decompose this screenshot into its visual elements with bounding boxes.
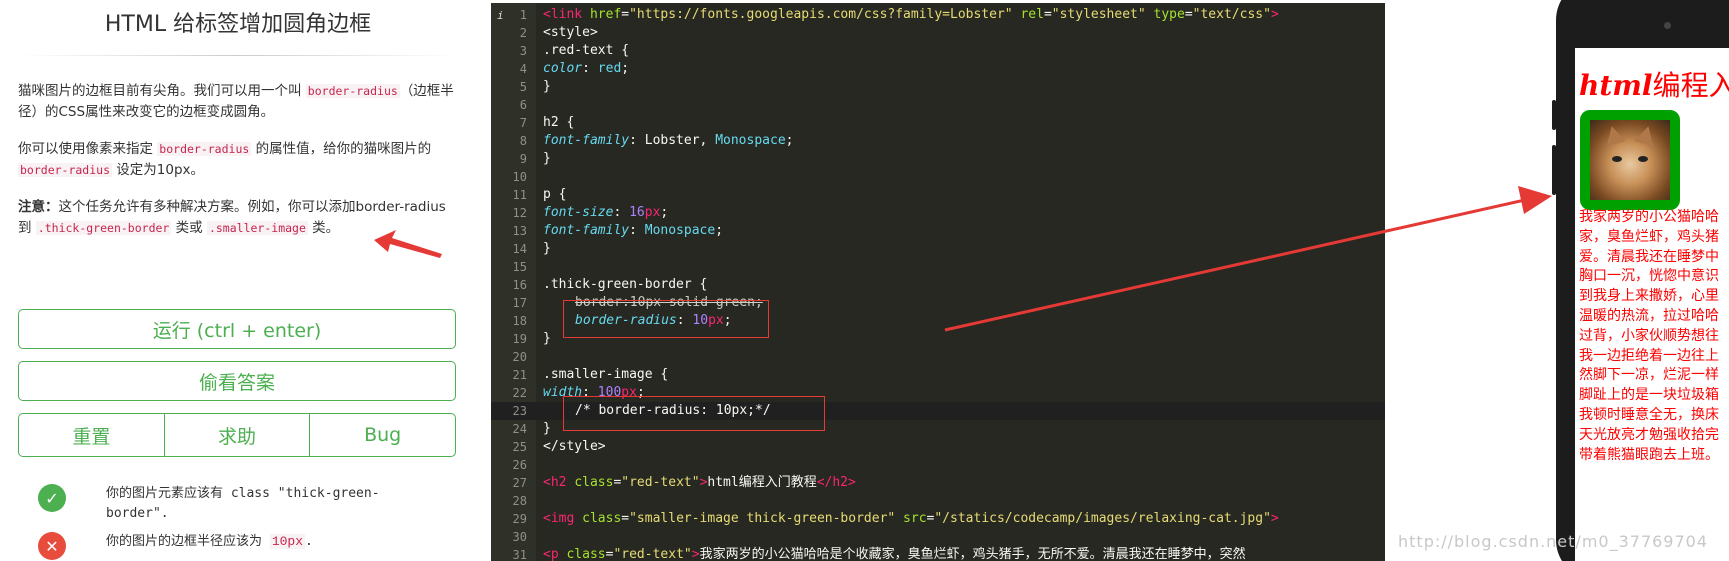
instruction-paragraph-1: 猫咪图片的边框目前有尖角。我们可以用一个叫 border-radius （边框半径… [18, 83, 454, 120]
watermark: http://blog.csdn.net/m0_37769704 [1398, 532, 1709, 551]
code-line: 30 [512, 530, 527, 544]
phone-button [1552, 100, 1556, 130]
code-line: 21 .smaller-image { [512, 367, 669, 382]
cat-image [1580, 110, 1680, 210]
test-result-1: 你的图片元素应该有 class "thick-green-border". [106, 486, 380, 521]
bug-button[interactable]: Bug [309, 414, 455, 456]
peek-answer-button[interactable]: 偷看答案 [18, 361, 456, 401]
code-line: 10 [512, 170, 527, 184]
code-editor[interactable]: i 1 <link href="https://fonts.googleapis.… [491, 3, 1385, 561]
code-line: 12 font-size: 16px; [512, 205, 669, 220]
cat-photo [1590, 120, 1670, 200]
code-line: 7 h2 { [519, 115, 575, 130]
code-line: 25 </style> [512, 439, 606, 454]
code-line: 5} [519, 79, 551, 94]
preview-heading: html编程入门 [1579, 69, 1729, 102]
run-button[interactable]: 运行 (ctrl + enter) [18, 309, 456, 349]
code-line: 28 [512, 494, 527, 508]
title-divider [18, 55, 458, 56]
action-button-group: 重置 求助 Bug [18, 413, 456, 457]
phone-button [1552, 145, 1556, 195]
code-line: 31 <p class="red-text">我家两岁的小公猫哈哈是个收藏家，臭鱼… [512, 547, 1246, 561]
code-line: 9} [519, 151, 551, 166]
page-title: HTML 给标签增加圆角边框 [104, 12, 372, 37]
preview-paragraph: 我家两岁的小公猫哈哈 家，臭鱼烂虾，鸡头猪 爱。清晨我还在睡梦中 胸口一沉，恍惚… [1579, 209, 1719, 463]
instruction-paragraph-2: 你可以使用像素来指定 border-radius 的属性值，给你的猫咪图片的 b… [18, 141, 432, 178]
code-line: 8 font-family: Lobster, Monospace; [519, 133, 794, 148]
reset-button[interactable]: 重置 [19, 414, 164, 456]
code-line: 11 p { [512, 187, 567, 202]
code-line: 15 [512, 260, 527, 274]
code-line: 4 color: red; [519, 61, 630, 76]
preview-screen: html编程入门 我家两岁的小公猫哈哈 家，臭鱼烂虾，鸡头猪 爱。清晨我还在睡梦… [1575, 48, 1729, 561]
highlight-box-comment [563, 396, 825, 431]
highlight-box-border-radius [563, 300, 769, 338]
pass-check-icon: ✓ [38, 484, 66, 512]
code-line: 14} [512, 241, 551, 256]
camera-dot [1664, 22, 1671, 29]
help-button[interactable]: 求助 [163, 414, 310, 456]
test-result-2: 你的图片的边框半径应该为 10px. [106, 534, 313, 549]
annotation-arrow-left [374, 230, 442, 258]
code-line: 29 <img class="smaller-image thick-green-… [512, 511, 1279, 526]
instructions-panel: HTML 给标签增加圆角边框 猫咪图片的边框目前有尖角。我们可以用一个叫 bor… [0, 0, 470, 561]
code-line: 13 font-family: Monospace; [512, 223, 724, 238]
code-line: 3 .red-text { [519, 43, 630, 58]
code-line: 27 <h2 class="red-text">html编程入门教程</h2> [512, 475, 856, 490]
code-line: 2 <style> [519, 25, 598, 40]
code-line: 26 [512, 458, 527, 472]
code-line: 1 <link href="https://fonts.googleapis.co… [519, 7, 1279, 22]
code-line: 20 [512, 350, 527, 364]
code-line: 6 [519, 98, 527, 112]
code-line: 16 .thick-green-border { [512, 277, 708, 292]
fail-cross-icon: ✕ [38, 532, 66, 560]
